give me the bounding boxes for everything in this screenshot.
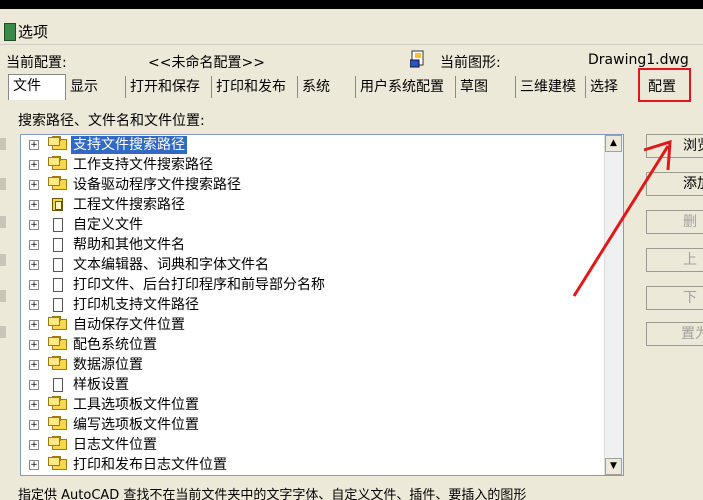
expand-icon[interactable]: + [29, 300, 39, 310]
set-current-button[interactable]: 置为 [646, 322, 703, 346]
tree-row[interactable]: + 帮助和其他文件名 [21, 235, 605, 255]
current-profile-label: 当前配置: [6, 55, 67, 71]
folder-icon [48, 176, 67, 190]
tree-row[interactable]: + 打印和发布日志文件位置 [21, 455, 605, 475]
expand-icon[interactable]: + [29, 380, 39, 390]
expand-icon[interactable]: + [29, 460, 39, 470]
app-icon [4, 23, 16, 41]
tree-row-label: 文本编辑器、词典和字体文件名 [73, 257, 269, 273]
document-icon [53, 218, 63, 232]
drawing-icon [410, 50, 424, 68]
tree-row[interactable]: + 配色系统位置 [21, 335, 605, 355]
tree-row-label: 编写选项板文件位置 [73, 417, 199, 433]
tree-row-label: 工具选项板文件位置 [73, 397, 199, 413]
tree-row-label: 日志文件位置 [73, 437, 157, 453]
tab-user-preferences[interactable]: 用户系统配置 [356, 76, 456, 98]
expand-icon[interactable]: + [29, 260, 39, 270]
tree-row[interactable]: + 打印机支持文件路径 [21, 295, 605, 315]
tree-row-label: 设备驱动程序文件搜索路径 [73, 177, 241, 193]
tree-row-label: 工作支持文件搜索路径 [73, 157, 213, 173]
tree-row[interactable]: + 打印文件、后台打印程序和前导部分名称 [21, 275, 605, 295]
tree-row[interactable]: + 日志文件位置 [21, 435, 605, 455]
tree-row-label: 支持文件搜索路径 [71, 136, 187, 154]
project-icon [52, 198, 63, 211]
tree-row-label: 打印机支持文件路径 [73, 297, 199, 313]
expand-icon[interactable]: + [29, 240, 39, 250]
current-drawing-label: 当前图形: [440, 55, 501, 71]
tree-row-label: 配色系统位置 [73, 337, 157, 353]
tab-drafting[interactable]: 草图 [456, 76, 516, 98]
tree-row-label: 数据源位置 [73, 357, 143, 373]
expand-icon[interactable]: + [29, 220, 39, 230]
folder-icon [48, 336, 67, 350]
expand-icon[interactable]: + [29, 440, 39, 450]
tree-row-label: 自动保存文件位置 [73, 317, 185, 333]
current-profile-value: <<未命名配置>> [148, 55, 265, 71]
document-icon [53, 278, 63, 292]
expand-icon[interactable]: + [29, 340, 39, 350]
tab-plot-publish[interactable]: 打印和发布 [212, 76, 298, 98]
top-edge [0, 0, 703, 9]
expand-icon[interactable]: + [29, 400, 39, 410]
tab-display[interactable]: 显示 [66, 76, 126, 98]
tree-row-label: 自定义文件 [73, 217, 143, 233]
tree-row-label: 打印和发布日志文件位置 [73, 457, 227, 473]
window-title: 选项 [18, 23, 49, 41]
title-bar: 选项 [0, 9, 703, 45]
tab-selection[interactable]: 选择 [586, 76, 640, 98]
annotation-arrow-icon [572, 139, 672, 297]
tree-row[interactable]: + 数据源位置 [21, 355, 605, 375]
search-paths-tree[interactable]: + 支持文件搜索路径 + 工作支持文件搜索路径 + 设备驱动程序文件搜索路径 + 工程文件搜索… [20, 134, 624, 476]
document-icon [53, 298, 63, 312]
tree-row-label: 打印文件、后台打印程序和前导部分名称 [73, 277, 325, 293]
tab-profiles-highlight [638, 68, 691, 102]
folder-icon [48, 396, 67, 410]
tree-row-label: 样板设置 [73, 377, 129, 393]
folder-icon [48, 156, 67, 170]
tree-row[interactable]: + 自动保存文件位置 [21, 315, 605, 335]
tab-system[interactable]: 系统 [298, 76, 356, 98]
search-paths-label: 搜索路径、文件名和文件位置: [18, 113, 205, 129]
tree-row[interactable]: + 文本编辑器、词典和字体文件名 [21, 255, 605, 275]
current-drawing-value: Drawing1.dwg [588, 52, 689, 68]
expand-icon[interactable]: + [29, 140, 39, 150]
document-icon [53, 238, 63, 252]
tree-row[interactable]: + 设备驱动程序文件搜索路径 [21, 175, 605, 195]
tree-row-label: 帮助和其他文件名 [73, 237, 185, 253]
folder-icon [48, 316, 67, 330]
folder-icon [48, 456, 67, 470]
tree-row[interactable]: + 自定义文件 [21, 215, 605, 235]
tab-strip: 文件 显示 打开和保存 打印和发布 系统 用户系统配置 草图 三维建模 选择 配… [0, 74, 703, 100]
tree-row[interactable]: + 工具选项板文件位置 [21, 395, 605, 415]
profile-row: 当前配置: <<未命名配置>> 当前图形: Drawing1.dwg [0, 46, 703, 74]
expand-icon[interactable]: + [29, 320, 39, 330]
tab-open-save[interactable]: 打开和保存 [126, 76, 212, 98]
tree-row-label: 工程文件搜索路径 [73, 197, 185, 213]
tree-list: + 支持文件搜索路径 + 工作支持文件搜索路径 + 设备驱动程序文件搜索路径 + 工程文件搜索… [21, 135, 605, 475]
folder-icon [48, 436, 67, 450]
expand-icon[interactable]: + [29, 420, 39, 430]
folder-icon [48, 416, 67, 430]
tree-row[interactable]: + 编写选项板文件位置 [21, 415, 605, 435]
document-icon [53, 378, 63, 392]
expand-icon[interactable]: + [29, 360, 39, 370]
tree-row[interactable]: + 工作支持文件搜索路径 [21, 155, 605, 175]
scroll-down-button[interactable]: ▼ [605, 458, 622, 475]
tree-row[interactable]: + 工程文件搜索路径 [21, 195, 605, 215]
document-icon [53, 258, 63, 272]
tab-files[interactable]: 文件 [8, 74, 66, 100]
expand-icon[interactable]: + [29, 160, 39, 170]
tab-3d-modeling[interactable]: 三维建模 [516, 76, 586, 98]
folder-icon [48, 356, 67, 370]
expand-icon[interactable]: + [29, 180, 39, 190]
left-clipped-strip [0, 130, 8, 350]
tree-row[interactable]: + 样板设置 [21, 375, 605, 395]
description-text: 指定供 AutoCAD 查找不在当前文件夹中的文字字体、自定义文件、插件、要插入… [18, 488, 527, 500]
expand-icon[interactable]: + [29, 280, 39, 290]
tree-row[interactable]: + 支持文件搜索路径 [21, 135, 605, 155]
expand-icon[interactable]: + [29, 200, 39, 210]
folder-icon [48, 136, 67, 150]
